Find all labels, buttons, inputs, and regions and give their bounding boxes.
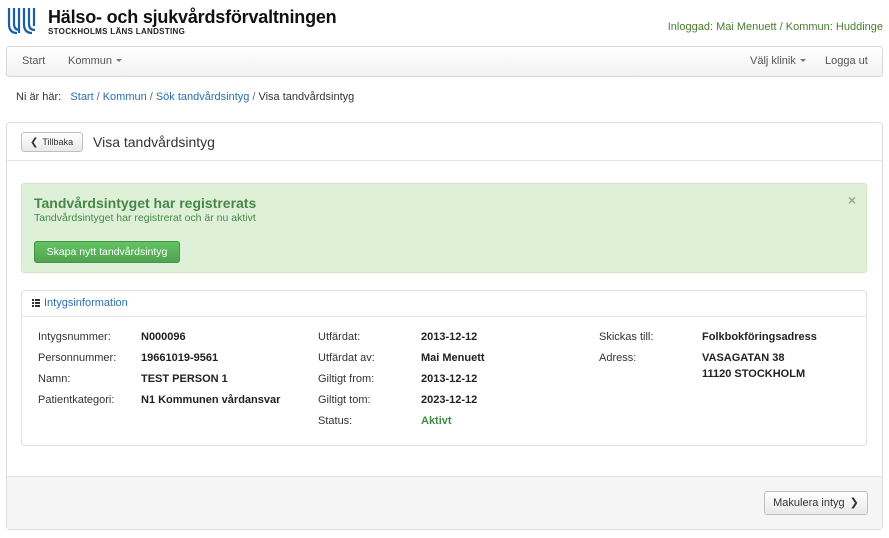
brand-title: Hälso- och sjukvårdsförvaltningen — [48, 7, 337, 27]
nav-kommun-label: Kommun — [68, 55, 113, 67]
address-line2-value: 11120 STOCKHOLM — [702, 368, 806, 380]
issued-by-value: Mai Menuett — [421, 352, 485, 364]
chevron-left-icon: ❮ — [30, 137, 39, 148]
breadcrumb-prefix: Ni är här: — [16, 91, 62, 103]
field-label: Namn: — [38, 373, 71, 385]
patient-category-value: N1 Kommunen vårdansvar — [141, 394, 281, 406]
field-label: Personnummer: — [38, 352, 117, 364]
breadcrumb-sok-tandvardsintyg[interactable]: Sök tandvårdsintyg — [156, 91, 250, 103]
field-label: Giltigt from: — [318, 373, 375, 385]
main-panel: ❮ Tillbaka Visa tandvårdsintyg Tandvårdsi… — [6, 122, 883, 530]
breadcrumb-kommun[interactable]: Kommun — [103, 91, 147, 103]
breadcrumb-start[interactable]: Start — [70, 91, 93, 103]
name-value: TEST PERSON 1 — [141, 373, 228, 385]
field-label: Status: — [318, 415, 353, 427]
issued-date-value: 2013-12-12 — [421, 331, 478, 343]
create-new-certificate-button[interactable]: Skapa nytt tandvårdsintyg — [34, 241, 180, 263]
nav-start-link[interactable]: Start — [22, 47, 45, 76]
void-button-label: Makulera intyg — [773, 497, 845, 509]
nav-kommun-dropdown[interactable]: Kommun — [68, 47, 123, 76]
valid-from-value: 2013-12-12 — [421, 373, 478, 385]
field-label: Giltigt tom: — [318, 394, 371, 406]
panel-header: ❮ Tillbaka Visa tandvårdsintyg — [7, 123, 882, 161]
nav-valj-klinik-label: Välj klinik — [750, 55, 796, 67]
field-label: Intygsnummer: — [38, 331, 111, 343]
sll-logo-icon[interactable] — [6, 6, 42, 36]
alert-title: Tandvårdsintyget har registrerats — [34, 195, 257, 211]
panel-footer: Makulera intyg ❯ — [7, 476, 882, 529]
breadcrumb: Ni är här: Start / Kommun / Sök tandvårdsint… — [16, 91, 355, 103]
nav-valj-klinik-dropdown[interactable]: Välj klinik — [750, 47, 806, 76]
valid-to-value: 2023-12-12 — [421, 394, 478, 406]
status-value: Aktivt — [421, 415, 452, 427]
back-button[interactable]: ❮ Tillbaka — [21, 132, 83, 152]
certificate-number-value: N000096 — [141, 331, 186, 343]
field-label: Utfärdat av: — [318, 352, 375, 364]
brand-subtitle: STOCKHOLMS LÄNS LANDSTING — [48, 27, 186, 36]
top-navbar: Start Kommun Välj klinik Logga ut — [6, 46, 883, 77]
field-label: Patientkategori: — [38, 394, 115, 406]
alert-text: Tandvårdsintyget har registrerat och är … — [34, 212, 256, 224]
logged-in-status: Inloggad: Mai Menuett / Kommun: Huddinge — [667, 21, 883, 33]
page-title: Visa tandvårdsintyg — [93, 134, 215, 150]
close-icon[interactable]: × — [848, 192, 856, 208]
site-header: Hälso- och sjukvårdsförvaltningen STOCKH… — [0, 0, 889, 44]
personal-number-value: 19661019-9561 — [141, 352, 219, 364]
field-label: Skickas till: — [599, 331, 654, 343]
certificate-info-box: Intygsinformation Intygsnummer: N000096 … — [21, 290, 867, 446]
breadcrumb-current: Visa tandvårdsintyg — [258, 91, 355, 103]
field-label: Adress: — [599, 352, 637, 364]
void-certificate-button[interactable]: Makulera intyg ❯ — [764, 491, 868, 515]
chevron-right-icon: ❯ — [849, 497, 859, 509]
success-alert: Tandvårdsintyget har registrerats Tandvå… — [21, 183, 867, 273]
caret-down-icon — [799, 59, 806, 63]
info-heading-label[interactable]: Intygsinformation — [44, 297, 128, 309]
info-heading: Intygsinformation — [22, 291, 866, 317]
address-line1-value: VASAGATAN 38 — [702, 352, 785, 364]
send-to-value: Folkbokföringsadress — [702, 331, 817, 343]
nav-logout-link[interactable]: Logga ut — [825, 47, 868, 76]
back-button-label: Tillbaka — [42, 137, 74, 147]
field-label: Utfärdat: — [318, 331, 361, 343]
caret-down-icon — [116, 59, 123, 63]
list-icon — [32, 299, 40, 307]
